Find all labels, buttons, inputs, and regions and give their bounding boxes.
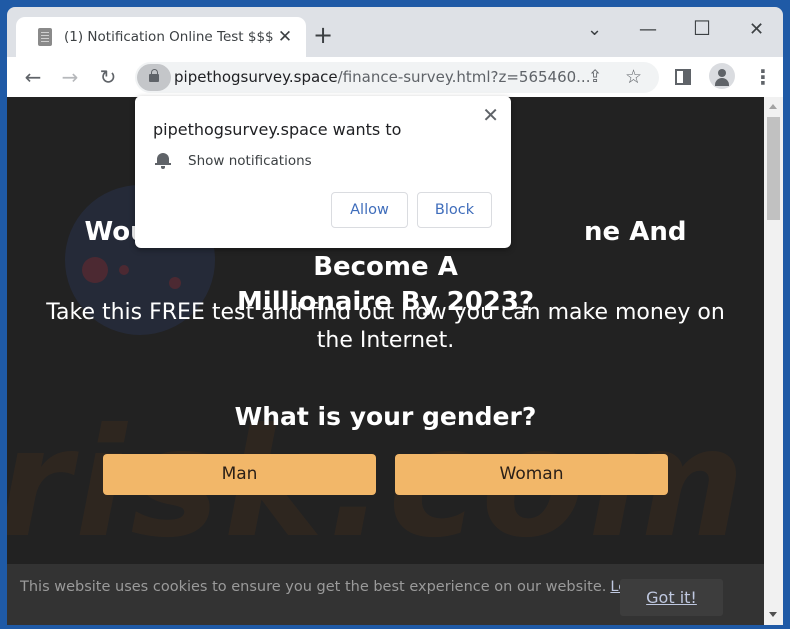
site-info-button[interactable] (137, 64, 171, 91)
scroll-down-arrow-icon[interactable] (769, 612, 777, 617)
block-button[interactable]: Block (417, 192, 492, 228)
tab-close-icon[interactable]: ✕ (276, 27, 294, 47)
bell-icon (155, 153, 171, 169)
popup-close-icon[interactable]: ✕ (482, 103, 499, 127)
reload-button[interactable]: ↻ (96, 65, 120, 89)
back-button[interactable]: ← (21, 65, 45, 89)
browser-toolbar: ← → ↻ pipethogsurvey.space/finance-surve… (7, 57, 783, 97)
got-it-button[interactable]: Got it! (620, 579, 723, 616)
menu-kebab-icon[interactable]: ⋮ (753, 65, 773, 89)
page-subheadline: Take this FREE test and find out how you… (46, 300, 725, 353)
notification-permission-popup: pipethogsurvey.space wants to ✕ Show not… (135, 96, 511, 248)
close-window-button[interactable]: ✕ (749, 19, 764, 40)
popup-title: pipethogsurvey.space wants to (153, 120, 402, 139)
allow-button[interactable]: Allow (331, 192, 408, 228)
tab-title: (1) Notification Online Test $$$ (64, 29, 274, 45)
new-tab-button[interactable]: + (313, 23, 333, 47)
url-domain: pipethogsurvey.space (174, 68, 338, 86)
url-path: /finance-survey.html?z=565460... (337, 68, 591, 86)
tab-active[interactable]: (1) Notification Online Test $$$ ✕ (16, 17, 306, 57)
cookie-banner: This website uses cookies to ensure you … (7, 564, 764, 625)
vertical-scrollbar[interactable] (764, 97, 783, 625)
document-icon (38, 28, 52, 46)
cookie-message: This website uses cookies to ensure you … (20, 579, 693, 595)
woman-button[interactable]: Woman (395, 454, 668, 495)
scrollbar-thumb[interactable] (767, 117, 780, 220)
profile-avatar-icon[interactable] (709, 63, 735, 89)
permission-label: Show notifications (188, 153, 312, 169)
tab-search-chevron-icon[interactable]: ⌄ (587, 19, 602, 40)
forward-button[interactable]: → (58, 65, 82, 89)
bookmark-star-icon[interactable]: ☆ (625, 66, 642, 88)
address-bar[interactable]: pipethogsurvey.space/finance-survey.html… (135, 62, 659, 93)
url-text[interactable]: pipethogsurvey.space/finance-survey.html… (174, 68, 590, 86)
tab-strip: (1) Notification Online Test $$$ ✕ + ⌄ —… (7, 7, 783, 57)
share-icon[interactable]: ⇪ (588, 67, 602, 87)
gender-question: What is your gender? (234, 402, 537, 431)
side-panel-icon[interactable] (675, 69, 691, 85)
lock-icon (149, 69, 159, 82)
scroll-up-arrow-icon[interactable] (769, 104, 777, 109)
minimize-button[interactable]: — (639, 19, 657, 40)
man-button[interactable]: Man (103, 454, 376, 495)
maximize-button[interactable]: ☐ (693, 16, 711, 40)
cookie-text: This website uses cookies to ensure you … (20, 579, 607, 595)
